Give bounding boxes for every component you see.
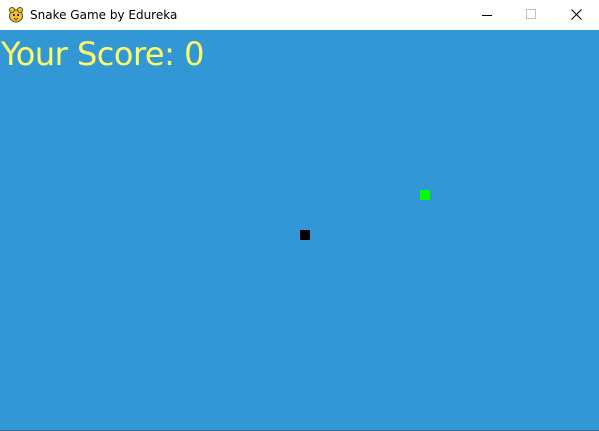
game-window: Snake Game by Edureka Your Score: 0 [0, 0, 599, 431]
pygame-snake-icon [8, 6, 24, 23]
close-button[interactable] [553, 0, 599, 30]
minimize-icon [482, 15, 492, 16]
window-title: Snake Game by Edureka [30, 8, 178, 22]
game-canvas[interactable]: Your Score: 0 [0, 30, 599, 430]
title-bar[interactable]: Snake Game by Edureka [0, 0, 599, 30]
score-display: Your Score: 0 [1, 35, 204, 73]
minimize-button[interactable] [464, 0, 510, 30]
maximize-button[interactable] [508, 0, 554, 30]
close-icon [571, 9, 582, 20]
food-item [420, 190, 430, 200]
snake-head [300, 230, 310, 240]
maximize-icon [526, 9, 536, 19]
